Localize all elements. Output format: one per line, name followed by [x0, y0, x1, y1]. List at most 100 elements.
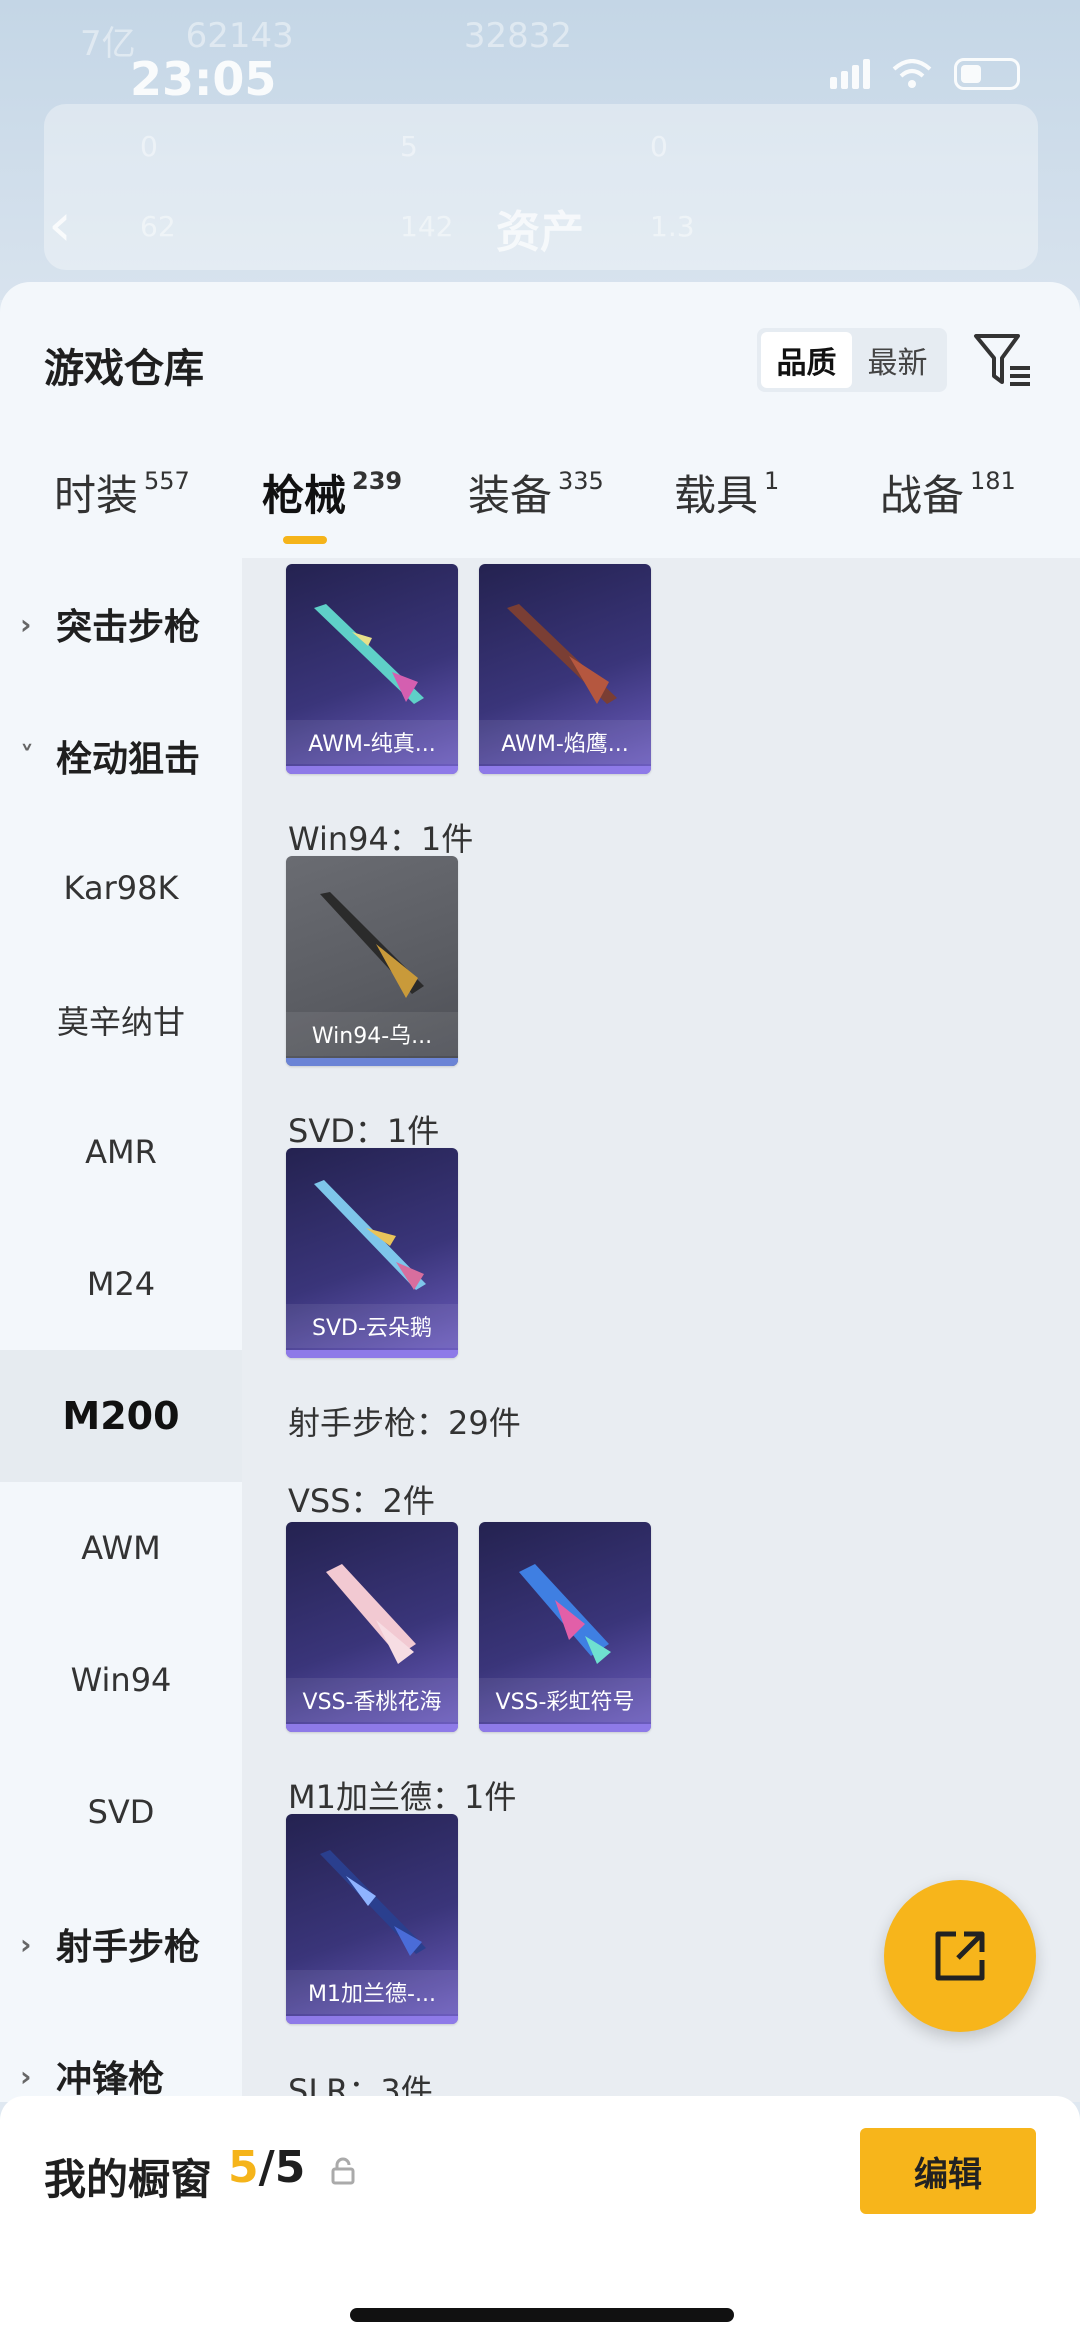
back-arrow-icon[interactable]: ‹	[48, 190, 72, 260]
status-time: 23:05	[130, 52, 277, 106]
sheet-title: 游戏仓库	[44, 346, 204, 392]
chevron-right-icon: ›	[20, 607, 32, 641]
tab-fashion[interactable]: 时装 557	[54, 462, 190, 523]
skin-name: AWM-焰鹰...	[479, 720, 651, 764]
tab-count: 335	[558, 467, 604, 495]
skin-name: M1加兰德-...	[286, 1970, 458, 2014]
skin-name: VSS-彩虹符号	[479, 1678, 651, 1722]
tab-vehicles[interactable]: 载具 1	[674, 462, 779, 523]
tab-equipment[interactable]: 装备 335	[468, 462, 604, 523]
rarity-bar	[479, 1724, 651, 1732]
rifle-icon	[519, 1564, 611, 1664]
rifle-icon	[507, 604, 617, 704]
weapon-sidebar: › 突击步枪 ˅ 栓动狙击 Kar98K 莫辛纳甘 AMR M24 M200 AWM…	[0, 558, 242, 2102]
showcase-count-total: /5	[258, 2142, 306, 2193]
showcase-title: 我的橱窗	[44, 2155, 213, 2204]
skin-name: VSS-香桃花海	[286, 1678, 458, 1722]
sidebar-item-bolt-snipers[interactable]: ˅ 栓动狙击	[0, 690, 242, 822]
sidebar-item-marksman-rifles[interactable]: › 射手步枪	[0, 1878, 242, 2010]
sidebar-item-assault-rifles[interactable]: › 突击步枪	[0, 558, 242, 690]
tab-count: 1	[764, 467, 780, 495]
sidebar-item-label: 冲锋枪	[56, 2059, 165, 2100]
tab-count: 239	[352, 467, 403, 495]
sidebar-item-svd[interactable]: SVD	[0, 1746, 242, 1878]
mini-stat: 5	[400, 130, 418, 163]
warehouse-sheet: 游戏仓库 品质 最新 时装 557 枪械 239 装备 335 载具 1 战备 181 ›…	[0, 282, 1080, 2102]
background-title: 资产	[496, 207, 584, 258]
showcase-count: 5/5	[228, 2142, 305, 2193]
rifle-icon	[320, 892, 424, 998]
sort-toggle: 品质 最新	[757, 328, 947, 392]
tab-supplies[interactable]: 战备 181	[880, 462, 1016, 523]
status-icons	[830, 58, 1020, 90]
group-label-m1: M1加兰德：1件	[288, 1778, 517, 1816]
rarity-bar	[286, 2016, 458, 2024]
wifi-icon	[892, 59, 932, 88]
mini-stat: 1.3	[650, 210, 695, 243]
filter-icon[interactable]	[972, 330, 1034, 392]
share-button[interactable]	[884, 1880, 1036, 2032]
chevron-down-icon: ˅	[20, 739, 34, 773]
skin-card[interactable]: VSS-彩虹符号	[479, 1522, 651, 1732]
tab-label: 载具	[674, 471, 759, 520]
category-tabs: 时装 557 枪械 239 装备 335 载具 1 战备 181	[0, 462, 1080, 540]
group-label-win94: Win94：1件	[288, 820, 474, 858]
skin-card[interactable]: AWM-焰鹰...	[479, 564, 651, 774]
lock-icon	[331, 2157, 355, 2185]
mini-stat: 0	[650, 130, 668, 163]
skin-card[interactable]: Win94-乌...	[286, 856, 458, 1066]
rifle-icon	[320, 1850, 426, 1956]
active-tab-indicator	[283, 536, 327, 544]
mini-stat: 62	[140, 210, 176, 243]
sidebar-item-label: 射手步枪	[56, 1927, 201, 1968]
sidebar-item-win94[interactable]: Win94	[0, 1614, 242, 1746]
rarity-bar	[286, 1724, 458, 1732]
rarity-bar	[479, 766, 651, 774]
sidebar-item-amr[interactable]: AMR	[0, 1086, 242, 1218]
tab-label: 装备	[468, 471, 553, 520]
item-grid: AWM-纯真... AWM-焰鹰... Win94：1件 Win94-乌... …	[242, 558, 1080, 2102]
skin-card[interactable]: SVD-云朵鹅	[286, 1148, 458, 1358]
tab-label: 战备	[880, 471, 965, 520]
faint-stat: 32832	[463, 16, 572, 56]
sidebar-item-label: 突击步枪	[56, 607, 201, 648]
skin-name: SVD-云朵鹅	[286, 1304, 458, 1348]
share-icon	[935, 1931, 985, 1981]
mini-stat: 0	[140, 130, 158, 163]
chevron-right-icon: ›	[20, 2059, 32, 2093]
chevron-right-icon: ›	[20, 1927, 32, 1961]
tab-count: 557	[144, 467, 190, 495]
skin-name: Win94-乌...	[286, 1012, 458, 1056]
skin-card[interactable]: M1加兰德-...	[286, 1814, 458, 2024]
group-label-svd: SVD：1件	[288, 1112, 440, 1150]
rifle-icon	[314, 604, 424, 704]
sidebar-item-mosin[interactable]: 莫辛纳甘	[0, 954, 242, 1086]
sidebar-item-m24[interactable]: M24	[0, 1218, 242, 1350]
tab-label: 枪械	[262, 471, 347, 520]
sort-latest[interactable]: 最新	[852, 332, 943, 388]
sidebar-item-awm[interactable]: AWM	[0, 1482, 242, 1614]
group-label-marksman: 射手步枪：29件	[288, 1404, 521, 1442]
skin-name: AWM-纯真...	[286, 720, 458, 764]
sidebar-item-label: 栓动狙击	[56, 739, 201, 780]
sort-quality[interactable]: 品质	[761, 332, 852, 388]
tab-label: 时装	[54, 471, 139, 520]
rifle-icon	[326, 1564, 416, 1664]
skin-card[interactable]: AWM-纯真...	[286, 564, 458, 774]
edit-button[interactable]: 编辑	[860, 2128, 1036, 2214]
tab-firearms[interactable]: 枪械 239	[262, 462, 402, 523]
signal-icon	[830, 59, 870, 89]
rarity-bar	[286, 766, 458, 774]
mini-stat: 142	[400, 210, 454, 243]
sidebar-item-kar98k[interactable]: Kar98K	[0, 822, 242, 954]
battery-icon	[954, 58, 1020, 90]
sidebar-item-m200[interactable]: M200	[0, 1350, 242, 1482]
tab-count: 181	[970, 467, 1016, 495]
skin-card[interactable]: VSS-香桃花海	[286, 1522, 458, 1732]
group-label-vss: VSS：2件	[288, 1482, 435, 1520]
background-header: 7亿 62143 32832 23:05 0 5 0 62 142 1.3 ‹ …	[0, 0, 1080, 300]
showcase-bar: 我的橱窗 5/5 编辑	[0, 2096, 1080, 2341]
rifle-icon	[314, 1180, 426, 1290]
sidebar-item-smgs[interactable]: › 冲锋枪	[0, 2010, 242, 2102]
faint-stat: 7亿	[80, 24, 136, 64]
